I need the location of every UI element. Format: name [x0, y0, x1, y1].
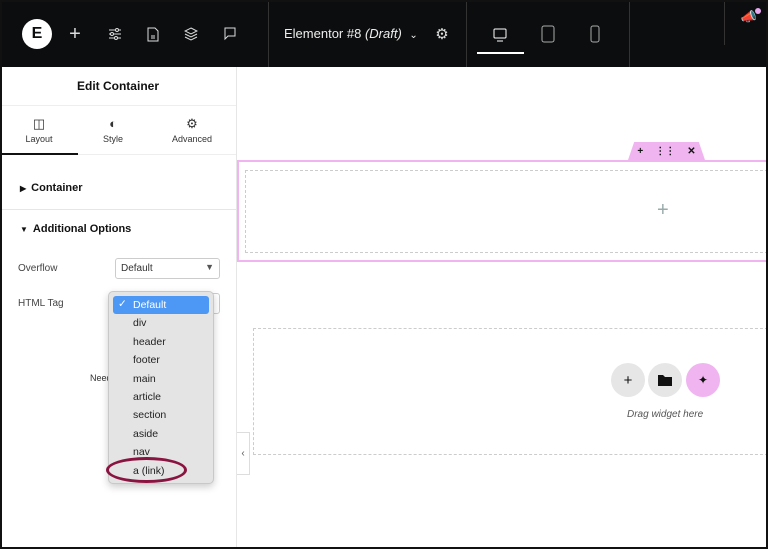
html-tag-label: HTML Tag: [18, 298, 64, 309]
option-div[interactable]: div: [113, 314, 209, 332]
option-article[interactable]: article: [113, 388, 209, 406]
caret-right-icon: ▶: [20, 184, 27, 193]
layers-icon[interactable]: [182, 24, 200, 44]
chevron-down-icon: ⌄: [409, 30, 418, 41]
tab-label: Advanced: [171, 134, 213, 144]
drag-icon[interactable]: ⋮⋮: [655, 146, 675, 157]
option-label: Default: [133, 299, 167, 311]
tab-advanced[interactable]: ⚙ Advanced: [153, 106, 231, 155]
drag-widget-text: Drag widget here: [627, 409, 704, 420]
ai-button[interactable]: ✦: [686, 363, 720, 397]
option-default[interactable]: ✓ Default: [113, 296, 209, 315]
layout-icon: ◫: [32, 116, 46, 131]
notification-dot: [755, 8, 761, 14]
mobile-icon[interactable]: [585, 24, 605, 44]
sparkle-icon: ✦: [697, 373, 709, 387]
document-title[interactable]: Elementor #8 (Draft) ⌄: [284, 26, 418, 41]
caret-down-icon: ▼: [205, 262, 214, 272]
tablet-icon[interactable]: [538, 24, 558, 44]
check-icon: ✓: [118, 298, 127, 310]
draft-status: (Draft): [364, 26, 402, 41]
add-section-button[interactable]: +: [611, 363, 645, 397]
overflow-label: Overflow: [18, 263, 58, 274]
option-footer[interactable]: footer: [113, 351, 209, 369]
add-element-icon[interactable]: +: [657, 199, 669, 222]
canvas: [237, 67, 768, 549]
elementor-logo[interactable]: E: [22, 19, 52, 49]
divider: [0, 209, 236, 210]
option-aside[interactable]: aside: [113, 425, 209, 443]
tab-label: Style: [102, 134, 123, 144]
half-circle-icon: ◐: [109, 116, 117, 131]
sliders-icon[interactable]: [106, 24, 124, 44]
page-icon[interactable]: [144, 24, 162, 44]
panel-title: Edit Container: [0, 67, 236, 106]
close-icon[interactable]: ✕: [687, 146, 695, 157]
section-label: Container: [31, 182, 83, 194]
html-tag-dropdown: ✓ Default div header footer main article …: [108, 291, 214, 484]
select-value: Default: [121, 263, 153, 274]
settings-icon[interactable]: ⚙: [432, 24, 452, 44]
highlight-ring: [106, 457, 187, 483]
plus-icon[interactable]: +: [66, 23, 84, 45]
gear-icon: ⚙: [186, 116, 198, 131]
chevron-left-icon: ‹: [241, 448, 245, 459]
top-bar: E + Elementor #8 (Draft) ⌄ ⚙ 📣: [0, 0, 768, 67]
option-section[interactable]: section: [113, 406, 209, 424]
comment-icon[interactable]: [221, 24, 239, 44]
overflow-select[interactable]: Default ▼: [115, 258, 220, 279]
template-library-button[interactable]: [648, 363, 682, 397]
active-device-indicator: [477, 52, 524, 54]
tab-style[interactable]: ◐ Style: [74, 106, 152, 155]
desktop-icon[interactable]: [490, 25, 510, 45]
section-container[interactable]: ▶ Container: [20, 182, 83, 194]
collapse-panel-handle[interactable]: ‹: [237, 432, 250, 475]
section-label: Additional Options: [32, 223, 132, 235]
container-handle[interactable]: + ⋮⋮ ✕: [628, 142, 705, 160]
tab-label: Layout: [25, 134, 53, 144]
section-additional-options[interactable]: ▼ Additional Options: [20, 223, 131, 235]
option-header[interactable]: header: [113, 333, 209, 351]
tab-layout[interactable]: ◫ Layout: [0, 106, 78, 155]
caret-down-icon: ▼: [20, 225, 28, 234]
container-drop-area[interactable]: [245, 170, 768, 253]
panel-tabs: ◫ Layout ◐ Style ⚙ Advanced: [0, 106, 236, 155]
option-main[interactable]: main: [113, 370, 209, 388]
title-text: Elementor #8: [284, 26, 362, 41]
add-icon[interactable]: +: [637, 146, 643, 157]
